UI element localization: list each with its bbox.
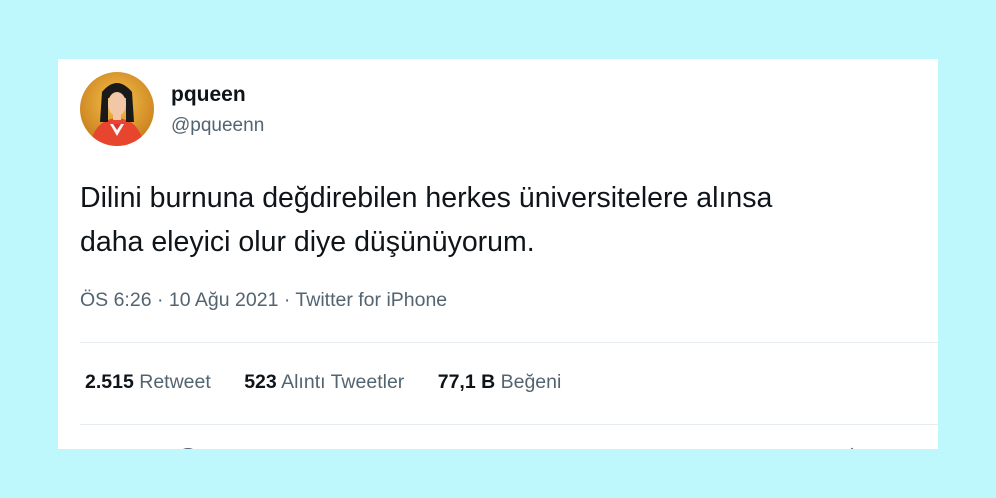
action-bar (80, 447, 938, 449)
stat-quote-tweets-label: Alıntı Tweetler (281, 371, 405, 393)
avatar-image (80, 72, 154, 146)
tweet-time[interactable]: ÖS 6:26 (80, 289, 152, 311)
tweet-source[interactable]: Twitter for iPhone (295, 289, 447, 311)
stat-likes[interactable]: 77,1 B Beğeni (438, 371, 562, 394)
display-name[interactable]: pqueen (171, 83, 246, 107)
like-icon[interactable] (620, 447, 644, 449)
share-icon[interactable] (840, 447, 864, 449)
user-handle[interactable]: @pqueenn (171, 115, 264, 137)
divider-bottom (80, 424, 938, 425)
stat-retweets[interactable]: 2.515 Retweet (85, 371, 211, 394)
stat-retweets-label: Retweet (139, 371, 211, 393)
divider-top (80, 342, 938, 343)
tweet-text: Dilini burnuna değdirebilen herkes ünive… (80, 176, 930, 264)
tweet-text-line-2: daha eleyici olur diye düşünüyorum. (80, 226, 535, 258)
stat-quote-tweets[interactable]: 523 Alıntı Tweetler (244, 371, 404, 394)
tweet-date[interactable]: 10 Ağu 2021 (169, 289, 279, 311)
stat-retweets-value: 2.515 (85, 371, 134, 393)
stat-quote-tweets-value: 523 (244, 371, 277, 393)
retweet-icon[interactable] (390, 447, 414, 449)
reply-icon[interactable] (176, 447, 200, 449)
tweet-stats: 2.515 Retweet 523 Alıntı Tweetler 77,1 B… (85, 371, 589, 394)
tweet-text-line-1: Dilini burnuna değdirebilen herkes ünive… (80, 182, 773, 214)
tweet-meta: ÖS 6:26 · 10 Ağu 2021 · Twitter for iPho… (80, 289, 447, 312)
stat-likes-label: Beğeni (500, 371, 562, 393)
avatar[interactable] (80, 72, 154, 146)
tweet-card: pqueen @pqueenn Dilini burnuna değdirebi… (58, 59, 938, 449)
stat-likes-value: 77,1 B (437, 371, 496, 393)
